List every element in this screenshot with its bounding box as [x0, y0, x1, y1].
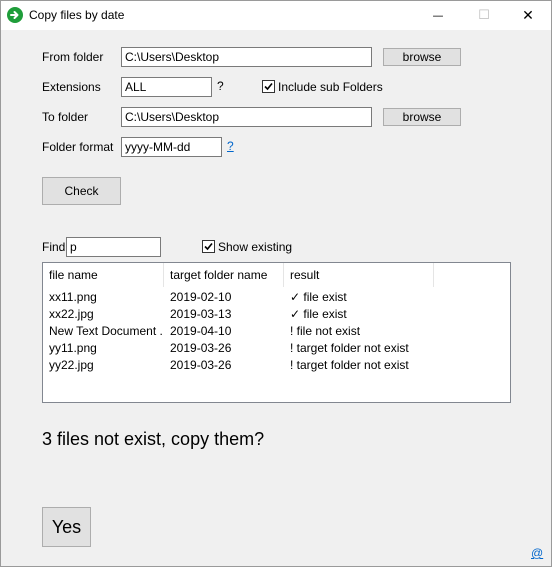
about-link[interactable]: @ [531, 546, 543, 560]
table-row[interactable]: xx11.png 2019-02-10 ✓ file exist [43, 289, 510, 306]
table-row[interactable]: xx22.jpg 2019-03-13 ✓ file exist [43, 306, 510, 323]
find-label: Find [42, 240, 66, 254]
app-arrow-icon [7, 7, 23, 23]
title-bar: Copy files by date — ☐ ✕ [1, 1, 551, 30]
to-folder-input[interactable] [121, 107, 372, 127]
table-row[interactable]: yy22.jpg 2019-03-26 ! target folder not … [43, 357, 510, 374]
close-icon: ✕ [522, 7, 534, 24]
listview-header: file name target folder name result [43, 263, 510, 287]
cell-result: ! target folder not exist [290, 341, 409, 355]
confirmation-message: 3 files not exist, copy them? [42, 429, 265, 449]
cell-target-folder: 2019-02-10 [170, 290, 232, 304]
yes-button[interactable]: Yes [42, 507, 91, 547]
extensions-input[interactable] [121, 77, 212, 97]
cell-result: ✓ file exist [290, 290, 347, 304]
table-row[interactable]: New Text Document ... 2019-04-10 ! file … [43, 323, 510, 340]
column-header-target-folder[interactable]: target folder name [164, 263, 284, 287]
include-subfolders-label[interactable]: Include sub Folders [278, 80, 383, 94]
cell-result: ✓ file exist [290, 307, 347, 321]
maximize-button[interactable]: ☐ [461, 1, 507, 30]
cell-file-name: yy22.jpg [49, 358, 94, 372]
show-existing-label[interactable]: Show existing [218, 240, 292, 254]
cell-target-folder: 2019-03-26 [170, 358, 232, 372]
checkmark-icon [264, 82, 273, 91]
extensions-label: Extensions [42, 80, 101, 94]
close-button[interactable]: ✕ [505, 1, 551, 30]
column-header-file-name[interactable]: file name [43, 263, 164, 287]
folder-format-input[interactable] [121, 137, 222, 157]
results-listview[interactable]: file name target folder name result xx11… [42, 262, 511, 403]
folder-format-help-link[interactable]: ? [227, 139, 234, 153]
app-window: Copy files by date — ☐ ✕ From folder bro… [0, 0, 552, 567]
cell-result: ! target folder not exist [290, 358, 409, 372]
from-folder-input[interactable] [121, 47, 372, 67]
include-subfolders-checkbox[interactable] [262, 80, 275, 93]
to-folder-label: To folder [42, 110, 89, 124]
to-browse-button[interactable]: browse [383, 108, 461, 126]
cell-file-name: xx11.png [49, 290, 97, 304]
cell-file-name: New Text Document ... [49, 324, 163, 338]
cell-target-folder: 2019-03-26 [170, 341, 232, 355]
window-title: Copy files by date [29, 8, 125, 22]
checkmark-icon [204, 242, 213, 251]
column-header-result[interactable]: result [284, 263, 434, 287]
table-row[interactable]: yy11.png 2019-03-26 ! target folder not … [43, 340, 510, 357]
find-input[interactable] [66, 237, 161, 257]
check-button[interactable]: Check [42, 177, 121, 205]
cell-target-folder: 2019-03-13 [170, 307, 232, 321]
extensions-help[interactable]: ? [217, 79, 224, 93]
minimize-button[interactable]: — [415, 1, 461, 30]
minimize-icon: — [432, 9, 444, 22]
from-folder-label: From folder [42, 50, 104, 64]
show-existing-checkbox[interactable] [202, 240, 215, 253]
cell-target-folder: 2019-04-10 [170, 324, 232, 338]
cell-file-name: xx22.jpg [49, 307, 94, 321]
cell-result: ! file not exist [290, 324, 361, 338]
folder-format-label: Folder format [42, 140, 114, 154]
from-browse-button[interactable]: browse [383, 48, 461, 66]
cell-file-name: yy11.png [49, 341, 97, 355]
maximize-icon: ☐ [478, 8, 490, 23]
